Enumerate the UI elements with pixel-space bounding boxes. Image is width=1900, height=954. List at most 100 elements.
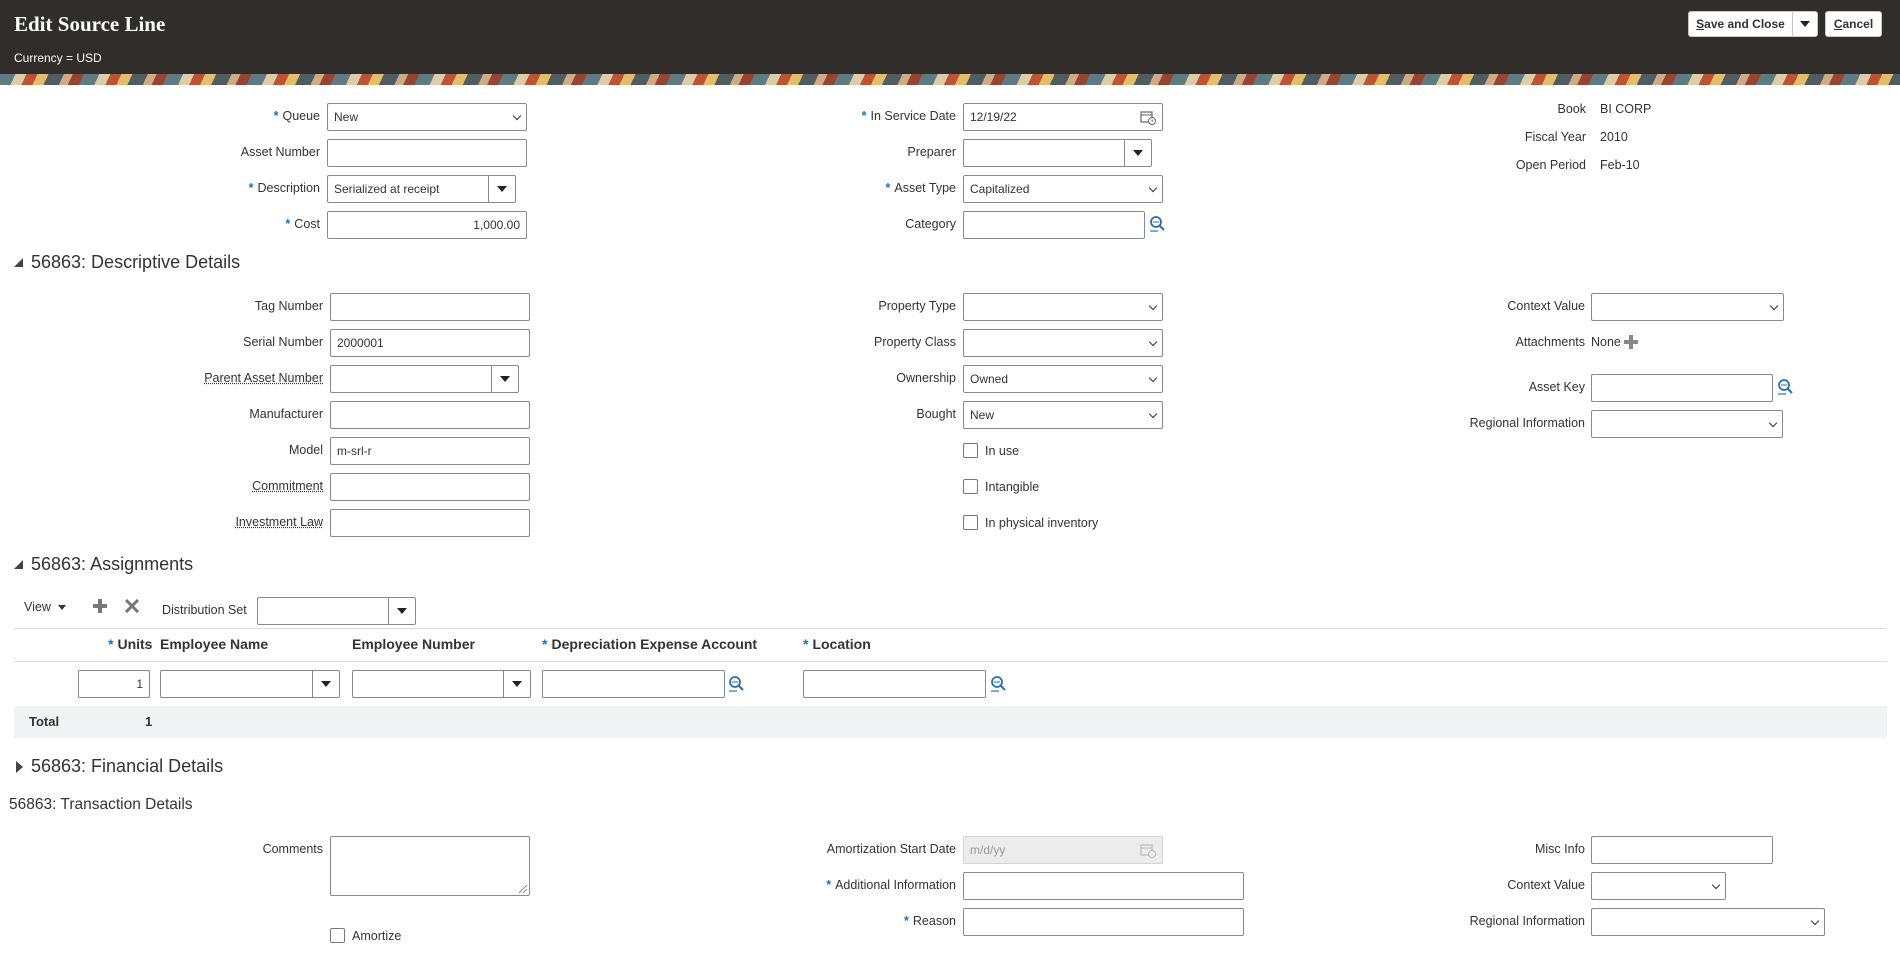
additional-information-input[interactable] [963,872,1244,900]
book-label: Book [1557,102,1587,116]
calendar-icon[interactable] [1140,110,1156,125]
cost-input[interactable]: 1,000.00 [327,211,527,239]
property-class-select[interactable] [963,329,1163,357]
parent-asset-number-link[interactable]: Parent Asset Number [204,371,323,385]
resize-handle-icon[interactable] [518,884,528,894]
investment-law-link[interactable]: Investment Law [235,515,323,529]
asset-number-input[interactable] [327,139,527,167]
ownership-select[interactable]: Owned [963,365,1163,393]
serial-number-label: Serial Number [243,335,323,349]
reason-label: * Reason [904,914,956,928]
employee-number-combobox[interactable] [352,670,531,698]
units-input[interactable]: 1 [78,670,150,698]
transaction-context-value-label: Context Value [1507,878,1585,892]
employee-name-combobox[interactable] [160,670,340,698]
save-mnemonic: S [1696,17,1705,31]
assignments-header[interactable]: 56863: Assignments [14,554,193,575]
parent-asset-number-combobox[interactable] [330,365,519,393]
preparer-label: Preparer [907,145,956,159]
asset-type-select[interactable]: Capitalized [963,175,1163,203]
amortize-label: Amortize [352,929,402,943]
in-use-checkbox[interactable] [963,443,978,458]
collapsed-triangle-icon [16,760,23,773]
reason-input[interactable] [963,908,1244,936]
view-menu[interactable]: View [24,600,67,614]
add-attachment-icon[interactable] [1624,335,1638,349]
distribution-set-label: Distribution Set [162,603,247,617]
transaction-regional-information-select[interactable] [1591,908,1825,936]
currency-label: Currency = USD [14,51,102,65]
attachments-value: None [1591,335,1621,349]
cancel-button[interactable]: Cancel [1825,11,1882,37]
misc-info-input[interactable] [1591,836,1773,864]
location-input[interactable] [803,670,986,698]
asset-type-label: * Asset Type [885,181,956,195]
regional-information-select[interactable] [1591,410,1783,438]
intangible-checkbox[interactable] [963,479,978,494]
transaction-details-title: 56863: Transaction Details [9,796,193,813]
description-combobox[interactable]: Serialized at receipt [327,175,516,203]
queue-select[interactable]: New [327,103,527,131]
amortize-checkbox[interactable] [330,928,345,943]
open-period-label: Open Period [1515,158,1586,172]
descriptive-details-header[interactable]: 56863: Descriptive Details [14,252,240,273]
transaction-context-value-select[interactable] [1591,872,1726,900]
dropdown-arrow-icon [497,186,507,192]
manufacturer-label: Manufacturer [249,407,323,421]
depreciation-expense-account-column-header: * Depreciation Expense Account [542,636,758,652]
add-row-icon[interactable] [93,599,107,613]
tag-number-input[interactable] [330,293,530,321]
depreciation-expense-account-input[interactable] [542,670,725,698]
bought-label: Bought [916,407,956,421]
regional-information-label: Regional Information [1469,416,1585,430]
commitment-input[interactable] [330,473,530,501]
dropdown-arrow-icon [321,681,331,687]
location-search-icon[interactable] [990,675,1008,693]
context-value-select[interactable] [1591,293,1784,321]
dropdown-arrow-icon [397,608,407,614]
delete-row-icon[interactable] [125,599,139,613]
comments-textarea[interactable] [330,836,530,896]
manufacturer-input[interactable] [330,401,530,429]
category-input[interactable] [963,211,1145,239]
save-options-button[interactable] [1792,11,1818,37]
bought-select[interactable]: New [963,401,1163,429]
property-type-select[interactable] [963,293,1163,321]
save-and-close-button[interactable]: Save and Close [1688,11,1793,37]
parent-asset-dropdown-button[interactable] [491,366,518,392]
employee-number-dropdown-button[interactable] [503,671,530,697]
asset-number-label: Asset Number [240,145,320,159]
distribution-set-dropdown-button[interactable] [388,598,415,624]
asset-key-label: Asset Key [1528,380,1585,394]
preparer-dropdown-button[interactable] [1124,140,1151,166]
total-value: 1 [145,714,153,729]
investment-law-input[interactable] [330,509,530,537]
fiscal-year-label: Fiscal Year [1524,130,1586,144]
dropdown-arrow-icon [1133,150,1143,156]
category-search-icon[interactable] [1149,215,1167,233]
in-service-date-label: * In Service Date [861,109,956,123]
amortization-start-date-label: Amortization Start Date [826,842,956,856]
description-dropdown-button[interactable] [488,176,515,202]
book-value: BI CORP [1600,102,1652,116]
comments-label: Comments [262,842,323,856]
cancel-mnemonic: C [1833,17,1843,31]
serial-number-input[interactable]: 2000001 [330,329,530,357]
model-input[interactable]: m-srl-r [330,437,530,465]
location-column-header: * Location [803,636,871,652]
in-physical-inventory-checkbox[interactable] [963,515,978,530]
total-row [14,706,1887,738]
description-label: * Description [248,181,320,195]
financial-details-header[interactable]: 56863: Financial Details [16,756,223,777]
chevron-down-icon [58,605,67,611]
employee-name-dropdown-button[interactable] [312,671,339,697]
asset-key-input[interactable] [1591,374,1773,402]
asset-key-search-icon[interactable] [1777,378,1795,396]
employee-number-column-header: Employee Number [352,636,475,652]
depreciation-account-search-icon[interactable] [728,675,746,693]
category-label: Category [905,217,956,231]
in-service-date-input[interactable]: 12/19/22 [963,103,1163,131]
preparer-combobox[interactable] [963,139,1152,167]
distribution-set-combobox[interactable] [257,597,416,625]
commitment-link[interactable]: Commitment [252,479,323,493]
